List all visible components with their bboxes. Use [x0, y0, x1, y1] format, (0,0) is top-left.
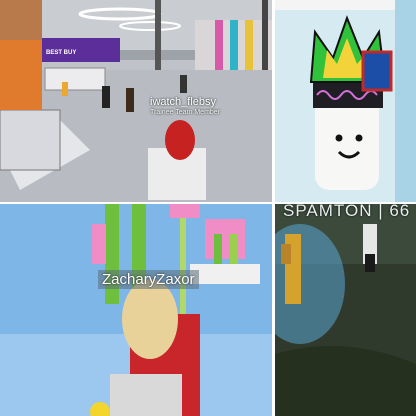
- avatar-scene: [275, 0, 416, 202]
- panel-avatar-closeup: [275, 0, 416, 202]
- field-scene: [275, 204, 416, 416]
- panel-obby-gameplay: ZacharyZaxor: [0, 204, 272, 416]
- player-name-tag: iwatch_flebsy: [150, 96, 217, 108]
- obby-scene: [0, 204, 272, 416]
- player-name-tag: SPAMTON | 66: [283, 204, 411, 220]
- panel-store-gameplay: BEST BUY iwatch_flebsy Trainee Team Memb…: [0, 0, 272, 202]
- panel-spamton-gameplay: SPAMTON | 66: [275, 204, 416, 416]
- video-collage: BEST BUY iwatch_flebsy Trainee Team Memb…: [0, 0, 416, 416]
- player-role-tag: Trainee Team Member: [150, 109, 221, 116]
- player-name-tag: ZacharyZaxor: [98, 270, 199, 289]
- store-sign: BEST BUY: [46, 50, 77, 56]
- store-scene: [0, 0, 272, 202]
